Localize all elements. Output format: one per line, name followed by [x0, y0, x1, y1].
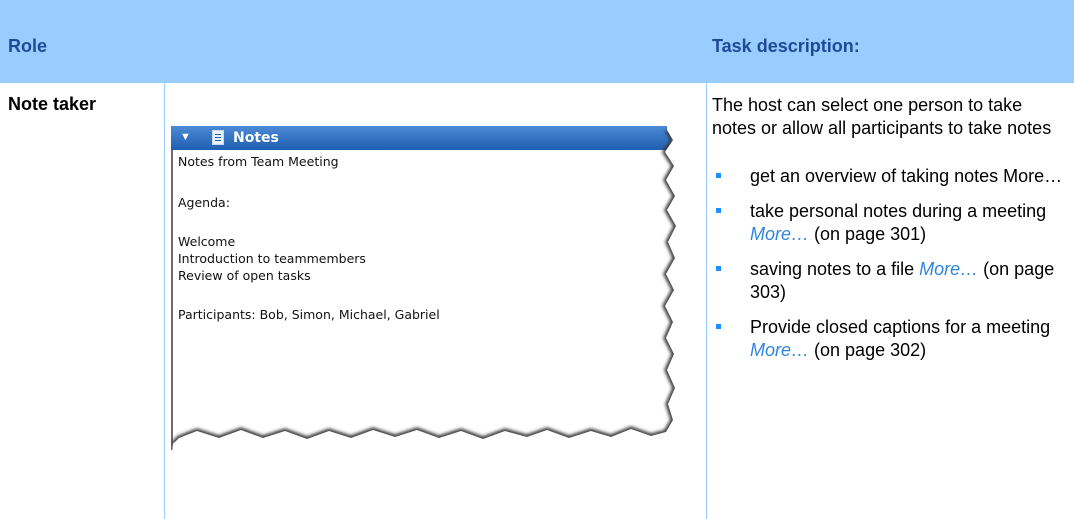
task-intro: The host can select one person to take n… [712, 95, 1052, 138]
notes-panel-screenshot: ▼ Notes Notes from Team Meeting Agenda: … [171, 126, 681, 466]
bullet-icon [716, 208, 721, 213]
task-text: take personal notes during a meeting [750, 201, 1047, 221]
role-name: Note taker [8, 94, 97, 114]
list-item: saving notes to a file More… (on page 30… [712, 258, 1067, 304]
task-list: get an overview of taking notes More… ta… [712, 165, 1067, 374]
bullet-icon [716, 324, 721, 329]
task-text: get an overview of taking notes [750, 166, 999, 186]
list-item: get an overview of taking notes More… [712, 165, 1067, 188]
page-reference: (on page 301) [814, 224, 927, 244]
more-link[interactable]: More… [919, 259, 978, 279]
role-column-header: Role [8, 36, 48, 56]
column-divider [706, 83, 707, 519]
table-header [0, 0, 1074, 83]
list-item: take personal notes during a meeting Mor… [712, 200, 1067, 246]
task-text: Provide closed captions for a meeting [750, 317, 1051, 337]
column-divider [164, 83, 165, 519]
task-column-header: Task description: [712, 36, 860, 56]
bullet-icon [716, 266, 721, 271]
bullet-icon [716, 173, 721, 178]
more-link[interactable]: More… [750, 224, 809, 244]
list-item: Provide closed captions for a meeting Mo… [712, 316, 1067, 362]
task-text: saving notes to a file [750, 259, 915, 279]
page-reference: (on page 302) [814, 340, 927, 360]
torn-edge-effect [171, 126, 681, 466]
more-label: More… [1003, 166, 1063, 186]
more-link[interactable]: More… [750, 340, 809, 360]
